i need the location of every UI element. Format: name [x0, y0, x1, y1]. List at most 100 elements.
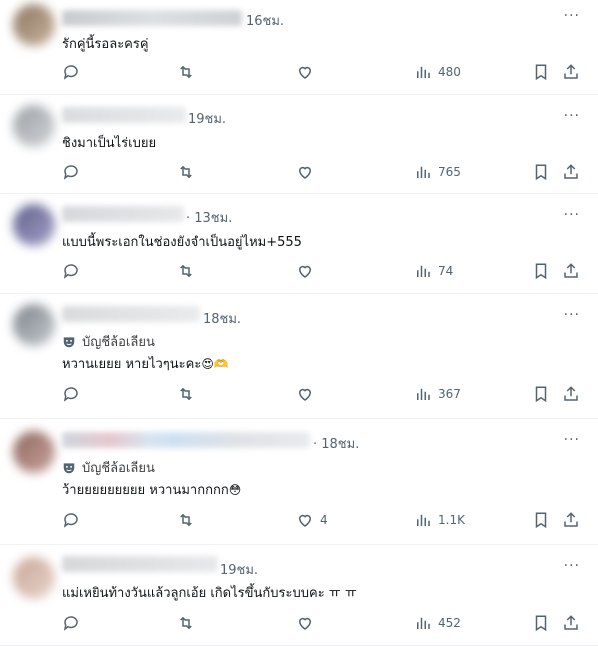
repost-button[interactable] — [177, 511, 195, 529]
views-icon — [417, 166, 430, 178]
user-name-blurred[interactable] — [62, 306, 200, 322]
timestamp[interactable]: 18ชม. — [203, 308, 241, 329]
like-button[interactable] — [296, 385, 320, 403]
reply-button[interactable] — [62, 614, 80, 632]
reply-text-body: หวานเยยย หายไวๆนะคะ — [62, 357, 202, 372]
reply-icon — [63, 513, 78, 528]
share-button[interactable] — [562, 63, 580, 81]
bookmark-icon — [535, 64, 547, 81]
parody-label: บัญชีล้อเลียน — [82, 335, 155, 350]
reply-item[interactable]: · 13ชม. ··· แบบนี้พระเอกในช่องยังจำเป็นอ… — [0, 194, 598, 294]
repost-button[interactable] — [177, 614, 195, 632]
share-button[interactable] — [562, 262, 580, 280]
reply-item[interactable]: 19ชม. ··· แม่เหยินท้างวันแล้วลูกเอ้ย เกิ… — [0, 545, 598, 646]
reply-text: หวานเยยย หายไวๆนะคะ😍🫶 — [62, 353, 229, 374]
view-count: 1.1K — [438, 513, 465, 527]
views-icon — [417, 388, 430, 400]
bookmark-button[interactable] — [532, 614, 550, 632]
more-icon[interactable]: ··· — [564, 432, 580, 448]
timestamp[interactable]: 19ชม. — [220, 559, 258, 580]
avatar[interactable] — [13, 105, 55, 147]
share-button[interactable] — [562, 163, 580, 181]
parody-label: บัญชีล้อเลียน — [82, 461, 155, 476]
repost-button[interactable] — [177, 63, 195, 81]
reply-button[interactable] — [62, 262, 80, 280]
reply-item[interactable]: · 18ชม. ··· บัญชีล้อเลียน ว้ายยยยยยยยย ห… — [0, 419, 598, 545]
avatar[interactable] — [13, 304, 55, 346]
views-button[interactable]: 74 — [414, 262, 453, 280]
reply-item[interactable]: 18ชม. ··· บัญชีล้อเลียน หวานเยยย หายไวๆน… — [0, 294, 598, 419]
avatar[interactable] — [13, 204, 55, 246]
user-name-blurred[interactable] — [62, 556, 218, 572]
like-button[interactable] — [296, 163, 320, 181]
views-button[interactable]: 480 — [414, 63, 461, 81]
reply-button[interactable] — [62, 63, 80, 81]
more-icon[interactable]: ··· — [564, 108, 580, 124]
bookmark-button[interactable] — [532, 511, 550, 529]
reply-text: แบบนี้พระเอกในช่องยังจำเป็นอยู่ไหม+555 — [62, 235, 302, 250]
reply-button[interactable] — [62, 511, 80, 529]
like-button[interactable] — [296, 262, 320, 280]
bookmark-button[interactable] — [532, 262, 550, 280]
reply-item[interactable]: 19ชม. ··· ชิงมาเป็นไร่เบยย 765 — [0, 95, 598, 194]
heart-icon — [298, 265, 312, 278]
views-icon — [417, 265, 430, 277]
avatar[interactable] — [13, 4, 55, 46]
like-button[interactable] — [296, 614, 320, 632]
like-count: 4 — [320, 513, 328, 527]
heart-icon — [298, 388, 312, 401]
share-button[interactable] — [562, 385, 580, 403]
action-bar: 765 — [62, 163, 582, 183]
action-bar: 367 — [62, 385, 582, 405]
reply-icon — [63, 387, 78, 402]
reply-text: ชิงมาเป็นไร่เบยย — [62, 136, 157, 151]
reply-feed: 16ชม. ··· รักคู่นี้รอละครคู่ 480 19ชม. ·… — [0, 0, 598, 646]
user-name-blurred[interactable] — [62, 432, 310, 448]
emoji: 😳 — [228, 483, 242, 497]
views-icon — [417, 514, 430, 526]
user-name-blurred[interactable] — [62, 206, 184, 222]
share-icon — [564, 512, 578, 527]
bookmark-button[interactable] — [532, 163, 550, 181]
avatar[interactable] — [13, 431, 55, 473]
repost-button[interactable] — [177, 163, 195, 181]
more-icon[interactable]: ··· — [564, 8, 580, 24]
timestamp[interactable]: 16ชม. — [246, 10, 284, 31]
share-icon — [564, 263, 578, 278]
reply-button[interactable] — [62, 163, 80, 181]
more-icon[interactable]: ··· — [564, 307, 580, 323]
share-button[interactable] — [562, 614, 580, 632]
user-name-blurred[interactable] — [62, 10, 242, 26]
timestamp[interactable]: 19ชม. — [188, 108, 226, 129]
view-count: 452 — [438, 616, 461, 630]
reply-icon — [63, 165, 78, 180]
more-icon[interactable]: ··· — [564, 207, 580, 223]
more-icon[interactable]: ··· — [564, 558, 580, 574]
reply-text: ว้ายยยยยยยยย หวานมากกกก😳 — [62, 479, 241, 500]
repost-button[interactable] — [177, 385, 195, 403]
parody-mask-icon — [63, 462, 75, 473]
timestamp[interactable]: · 13ชม. — [186, 207, 232, 228]
views-button[interactable]: 765 — [414, 163, 461, 181]
user-name-blurred[interactable] — [62, 107, 186, 123]
reply-item[interactable]: 16ชม. ··· รักคู่นี้รอละครคู่ 480 — [0, 0, 598, 95]
views-button[interactable]: 452 — [414, 614, 461, 632]
share-button[interactable] — [562, 511, 580, 529]
bookmark-icon — [535, 615, 547, 632]
repost-button[interactable] — [177, 262, 195, 280]
bookmark-button[interactable] — [532, 385, 550, 403]
repost-icon — [180, 264, 192, 278]
avatar[interactable] — [13, 557, 55, 599]
heart-icon — [298, 514, 312, 527]
heart-icon — [298, 166, 312, 179]
reply-button[interactable] — [62, 385, 80, 403]
timestamp[interactable]: · 18ชม. — [313, 433, 359, 454]
action-bar: 480 — [62, 63, 582, 83]
reply-text: รักคู่นี้รอละครคู่ — [62, 37, 149, 52]
like-button[interactable]: 4 — [296, 511, 328, 529]
views-button[interactable]: 1.1K — [414, 511, 465, 529]
bookmark-icon — [535, 386, 547, 403]
bookmark-button[interactable] — [532, 63, 550, 81]
like-button[interactable] — [296, 63, 320, 81]
views-button[interactable]: 367 — [414, 385, 461, 403]
